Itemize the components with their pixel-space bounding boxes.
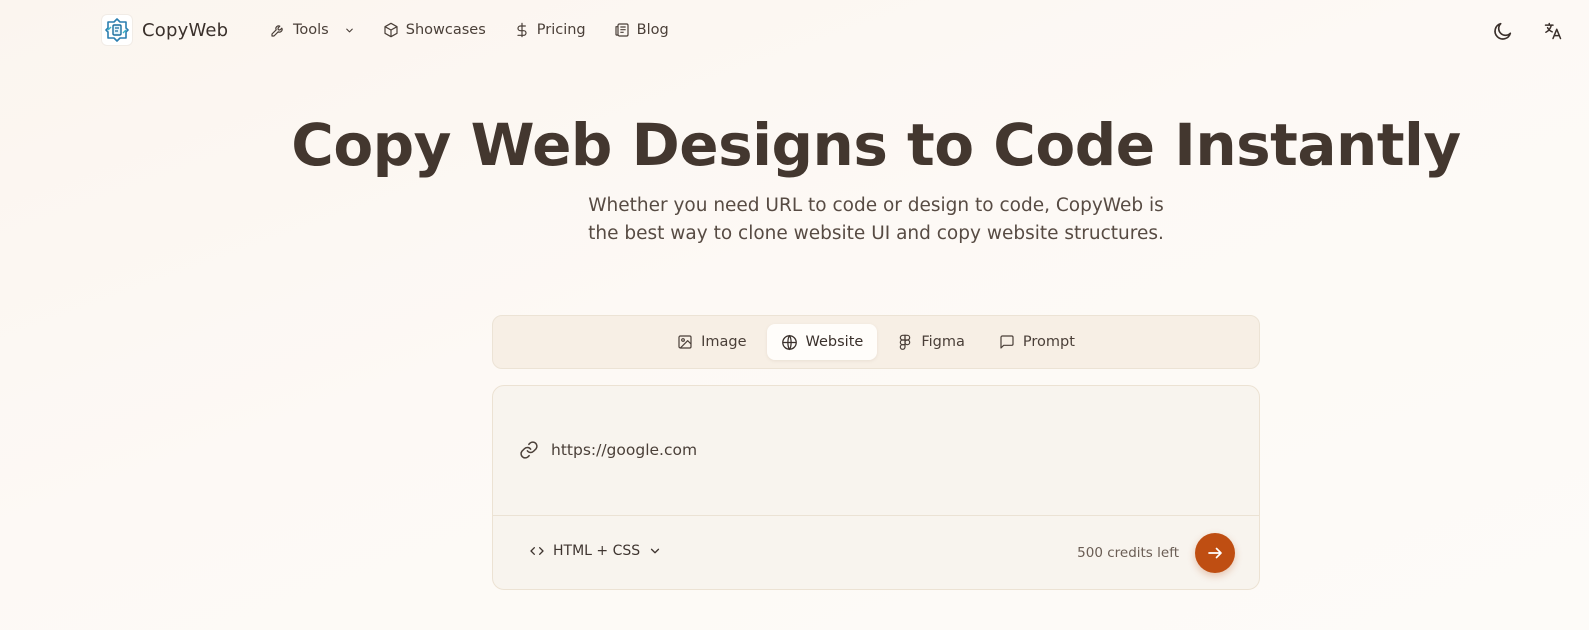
url-input[interactable] (551, 441, 1191, 459)
language-button[interactable] (1539, 17, 1567, 45)
tab-prompt-label: Prompt (1022, 334, 1075, 350)
brand-logo-link[interactable]: CopyWeb (102, 15, 228, 45)
chevron-down-icon (650, 548, 660, 554)
arrow-right-icon (1208, 547, 1222, 559)
moon-icon (1494, 22, 1512, 40)
tab-figma-label: Figma (921, 334, 965, 350)
url-row (519, 440, 1191, 460)
output-format-label: HTML + CSS (553, 543, 641, 559)
brand-name: CopyWeb (142, 19, 229, 41)
tab-website[interactable]: Website (766, 324, 878, 360)
nav-blog-label: Blog (636, 22, 669, 38)
hero-title: Copy Web Designs to Code Instantly (291, 111, 1461, 179)
chevron-down-icon (345, 28, 353, 32)
link-icon (520, 441, 538, 459)
translate-icon (1544, 22, 1562, 40)
main-nav: Tools Showcases Pricing Blog (270, 19, 669, 41)
tab-image-label: Image (701, 334, 747, 350)
credits-left: 500 credits left (1077, 545, 1179, 561)
nav-pricing-label: Pricing (536, 22, 586, 38)
submit-button[interactable] (1195, 533, 1235, 573)
header-actions (1489, 17, 1567, 45)
newspaper-icon (615, 23, 629, 37)
card-divider (493, 515, 1259, 516)
nav-tools-label: Tools (293, 22, 329, 38)
message-icon (1000, 335, 1014, 349)
tab-website-label: Website (805, 334, 864, 350)
nav-pricing[interactable]: Pricing (514, 19, 586, 41)
figma-icon (900, 334, 911, 350)
code-icon (530, 547, 544, 555)
nav-blog[interactable]: Blog (614, 19, 669, 41)
output-format-select[interactable]: HTML + CSS (529, 543, 662, 559)
url-input-card: HTML + CSS 500 credits left (492, 385, 1260, 590)
tab-figma[interactable]: Figma (883, 324, 979, 360)
top-header: CopyWeb Tools Showcases Pricing Blog (0, 0, 1589, 62)
hero-subtitle: Whether you need URL to code or design t… (572, 192, 1180, 248)
tab-image[interactable]: Image (663, 324, 760, 360)
dollar-icon (517, 22, 527, 38)
hero-subtitle-line-1: Whether you need URL to code or design t… (588, 195, 1164, 216)
nav-tools[interactable]: Tools (270, 19, 355, 41)
theme-toggle-button[interactable] (1489, 17, 1517, 45)
box-icon (384, 22, 398, 38)
tab-prompt[interactable]: Prompt (985, 324, 1089, 360)
nav-showcases[interactable]: Showcases (383, 19, 486, 41)
mode-tabs: Image Website Figma Prompt (492, 315, 1260, 369)
nav-showcases-label: Showcases (405, 22, 486, 38)
copyweb-logo-icon (102, 15, 132, 45)
hero-subtitle-line-2: the best way to clone website UI and cop… (588, 223, 1164, 244)
image-icon (678, 335, 692, 349)
globe-icon (781, 334, 797, 350)
wrench-icon (271, 25, 283, 37)
